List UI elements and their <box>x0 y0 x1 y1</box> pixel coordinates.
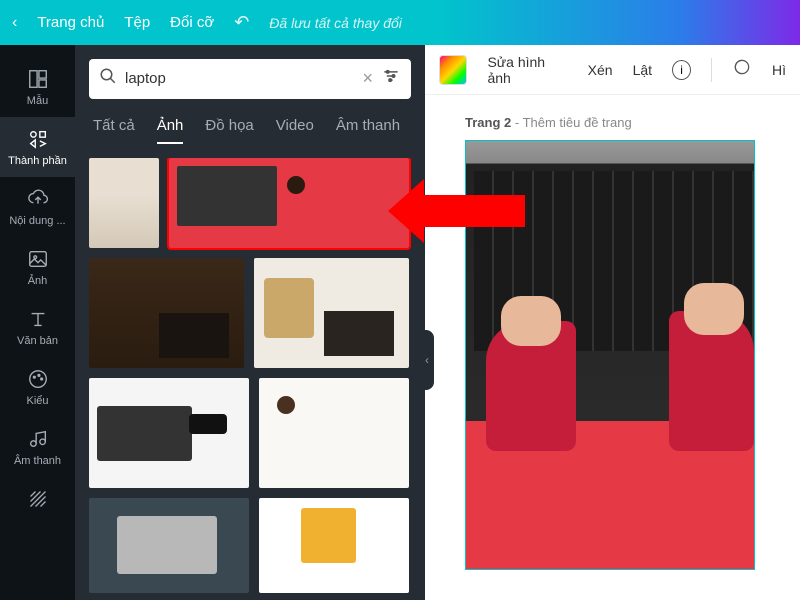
sidebar-label: Mẫu <box>27 95 48 107</box>
cloud-upload-icon <box>26 187 50 211</box>
sidebar-item-templates[interactable]: Mẫu <box>0 57 75 117</box>
save-status: Đã lưu tất cả thay đổi <box>269 15 402 31</box>
tab-photos[interactable]: Ảnh <box>157 117 184 144</box>
info-icon[interactable]: i <box>672 60 691 80</box>
sidebar-label: Ảnh <box>28 275 48 287</box>
color-picker[interactable] <box>439 55 467 85</box>
edit-image-button[interactable]: Sửa hình ảnh <box>487 54 567 86</box>
crop-button[interactable]: Xén <box>588 62 613 78</box>
sidebar-label: Âm thanh <box>14 455 61 467</box>
photo-thumb[interactable] <box>259 498 409 593</box>
flip-button[interactable]: Lật <box>633 62 652 78</box>
photo-thumb[interactable] <box>89 258 244 368</box>
canvas-toolbar: Sửa hình ảnh Xén Lật i Hì <box>425 45 800 95</box>
photo-thumb[interactable] <box>89 158 159 248</box>
photo-thumb[interactable] <box>89 498 249 593</box>
filter-icon[interactable] <box>381 66 401 91</box>
canvas-area: Sửa hình ảnh Xén Lật i Hì Trang 2 - Thêm… <box>425 45 800 600</box>
sidebar-item-more[interactable] <box>0 477 75 521</box>
filter-icon-tool[interactable] <box>732 57 752 82</box>
music-icon <box>26 427 50 451</box>
resize-menu[interactable]: Đổi cỡ <box>170 14 214 31</box>
sidebar-item-text[interactable]: Văn bản <box>0 297 75 357</box>
tab-graphics[interactable]: Đồ họa <box>205 117 253 144</box>
text-icon <box>26 307 50 331</box>
collapse-panel-toggle[interactable]: ‹ <box>420 330 434 390</box>
sidebar-item-styles[interactable]: Kiểu <box>0 357 75 417</box>
templates-icon <box>26 67 50 91</box>
elements-panel: × Tất cả Ảnh Đồ họa Video Âm thanh <box>75 45 425 600</box>
photo-thumb[interactable] <box>89 378 249 488</box>
tab-all[interactable]: Tất cả <box>93 117 135 144</box>
sidebar-label: Văn bản <box>17 335 58 347</box>
search-box: × <box>89 59 411 99</box>
separator <box>711 58 712 82</box>
sidebar-item-uploads[interactable]: Nội dung ... <box>0 177 75 237</box>
sidebar-label: Nội dung ... <box>9 215 65 227</box>
canvas-body: Trang 2 - Thêm tiêu đề trang <box>425 95 800 600</box>
photo-thumb[interactable] <box>259 378 409 488</box>
sidebar-item-audio[interactable]: Âm thanh <box>0 417 75 477</box>
search-icon <box>99 67 117 90</box>
search-input[interactable] <box>125 70 354 87</box>
photo-thumb-highlighted[interactable] <box>169 158 409 248</box>
page-title[interactable]: Trang 2 - Thêm tiêu đề trang <box>465 115 800 130</box>
sidebar-item-photos[interactable]: Ảnh <box>0 237 75 297</box>
tab-video[interactable]: Video <box>276 117 314 144</box>
clear-icon[interactable]: × <box>362 68 373 89</box>
back-chevron-icon[interactable]: ‹ <box>12 14 17 32</box>
sidebar-label: Thành phần <box>8 155 67 167</box>
undo-icon[interactable]: ↶ <box>234 12 249 33</box>
palette-icon <box>26 367 50 391</box>
sidebar-label: Kiểu <box>26 395 48 407</box>
home-link[interactable]: Trang chủ <box>37 14 104 31</box>
photo-thumb[interactable] <box>254 258 409 368</box>
results-grid <box>89 158 411 600</box>
elements-icon <box>26 127 50 151</box>
image-icon <box>26 247 50 271</box>
sidebar: Mẫu Thành phần Nội dung ... Ảnh Văn bản … <box>0 45 75 600</box>
top-bar: ‹ Trang chủ Tệp Đổi cỡ ↶ Đã lưu tất cả t… <box>0 0 800 45</box>
tab-audio[interactable]: Âm thanh <box>336 117 400 144</box>
hatch-icon <box>26 487 50 511</box>
category-tabs: Tất cả Ảnh Đồ họa Video Âm thanh <box>89 117 411 144</box>
filter-label: Hì <box>772 62 786 78</box>
file-menu[interactable]: Tệp <box>124 14 150 31</box>
annotation-arrow <box>420 195 525 227</box>
sidebar-item-elements[interactable]: Thành phần <box>0 117 75 177</box>
